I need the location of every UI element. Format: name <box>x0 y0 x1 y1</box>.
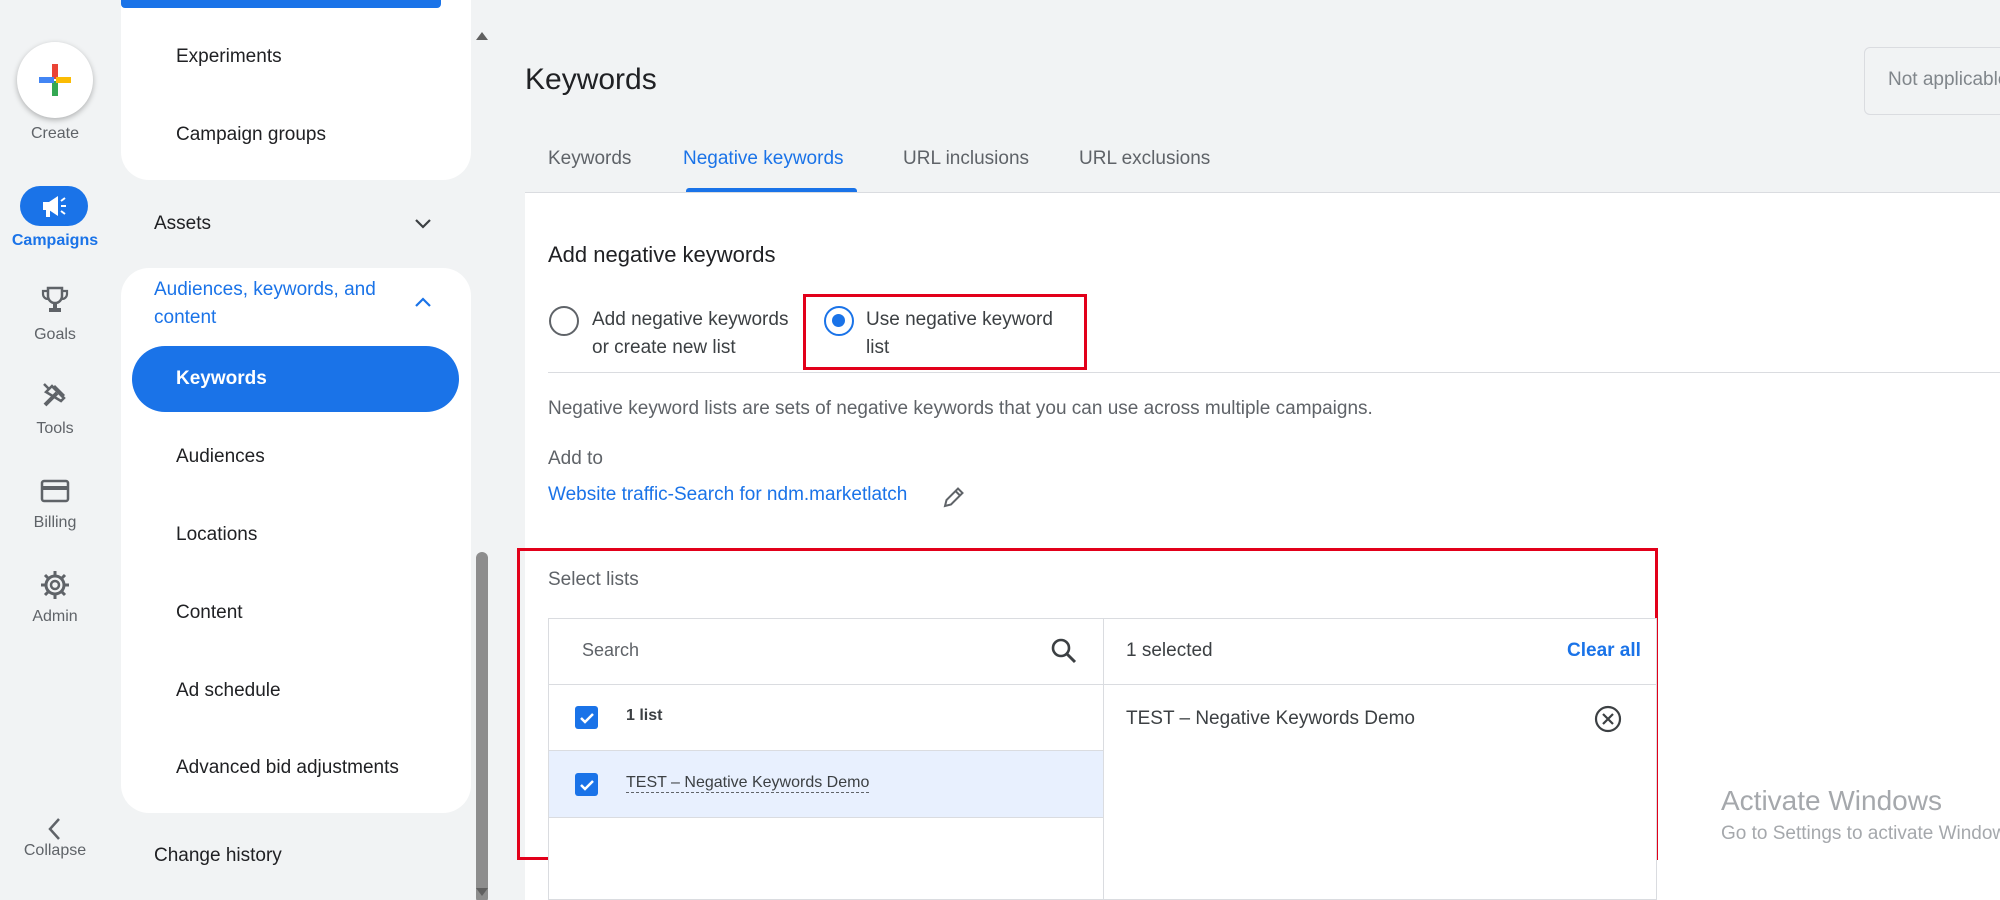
collapse-label: Collapse <box>23 842 87 859</box>
nav-item-keywords[interactable]: Keywords <box>132 346 459 412</box>
selected-list-item: TEST – Negative Keywords Demo <box>1126 708 1415 729</box>
nav-item-campaign-groups[interactable]: Campaign groups <box>176 124 326 146</box>
windows-watermark-title: Activate Windows <box>1721 785 1942 816</box>
tab-negative-keywords[interactable]: Negative keywords <box>683 148 844 170</box>
nav-group-card <box>121 0 471 180</box>
nav-item-change-history[interactable]: Change history <box>154 845 282 867</box>
select-lists-label: Select lists <box>548 569 639 590</box>
select-all-checkbox[interactable] <box>575 706 598 729</box>
search-input[interactable]: Search <box>582 640 639 661</box>
rail-label-admin: Admin <box>32 608 78 625</box>
scroll-down-arrow-icon[interactable] <box>476 888 488 896</box>
rail-label-goals: Goals <box>34 326 76 343</box>
radio-label-add-negative-keywords[interactable]: Add negative keywords or create new list <box>592 306 788 362</box>
pencil-icon[interactable] <box>940 483 968 511</box>
nav-section-assets[interactable]: Assets <box>154 213 211 235</box>
campaign-link[interactable]: Website traffic-Search for ndm.marketlat… <box>548 484 907 506</box>
nav-item-audiences[interactable]: Audiences <box>176 446 265 468</box>
page-title: Keywords <box>525 63 657 96</box>
rail-item-goals[interactable]: Goals <box>0 283 110 363</box>
checkmark-icon <box>579 779 594 791</box>
nav-section-audiences-label-line1: Audiences, keywords, and <box>154 279 376 300</box>
radio-label-line2: or create new list <box>592 337 736 358</box>
create-label: Create <box>30 125 80 142</box>
list-item-label[interactable]: TEST – Negative Keywords Demo <box>626 774 870 793</box>
gear-icon <box>35 568 75 602</box>
description-text: Negative keyword lists are sets of negat… <box>548 398 1373 419</box>
list-picker-divider <box>1103 618 1104 900</box>
form-divider <box>548 372 2000 373</box>
chevron-down-icon[interactable] <box>411 212 435 236</box>
tab-url-exclusions[interactable]: URL exclusions <box>1079 148 1210 170</box>
tab-keywords[interactable]: Keywords <box>548 148 631 170</box>
rail-label-campaigns: Campaigns <box>11 232 99 249</box>
rail-item-admin[interactable]: Admin <box>0 568 110 648</box>
section-title: Add negative keywords <box>548 242 776 267</box>
rail-label-billing: Billing <box>33 514 77 531</box>
nav-item-ad-schedule[interactable]: Ad schedule <box>176 680 281 702</box>
search-divider <box>549 684 1103 685</box>
rail-item-tools[interactable]: Tools <box>0 378 110 458</box>
rail-item-campaigns[interactable]: Campaigns <box>0 186 110 266</box>
chevron-up-icon[interactable] <box>411 290 435 314</box>
list-item-checkbox[interactable] <box>575 773 598 796</box>
radio-label-use-negative-keyword-list[interactable]: Use negative keyword list <box>866 306 1053 362</box>
collapse-button[interactable]: Collapse <box>0 812 110 892</box>
nav-section-audiences-label-line2: content <box>154 307 217 328</box>
nav-section-audiences-keywords-content[interactable]: Audiences, keywords, and content <box>154 276 376 332</box>
selected-header-divider <box>1104 684 1657 685</box>
chevron-left-icon <box>35 812 75 846</box>
nav-item-locations[interactable]: Locations <box>176 524 257 546</box>
nav-scrollbar[interactable] <box>472 28 492 900</box>
status-dropdown[interactable]: Not applicable <box>1864 47 2000 115</box>
plus-icon <box>39 64 71 96</box>
radio-add-negative-keywords[interactable] <box>549 306 579 336</box>
rail-item-billing[interactable]: Billing <box>0 474 110 554</box>
rail-label-tools: Tools <box>36 420 74 437</box>
megaphone-icon <box>20 186 88 226</box>
radio-use-negative-keyword-list[interactable] <box>824 306 854 336</box>
nav-item-content[interactable]: Content <box>176 602 243 624</box>
list-count-label: 1 list <box>626 707 663 724</box>
nav-active-indicator <box>121 0 441 8</box>
row-divider <box>549 817 1103 818</box>
clear-all-button[interactable]: Clear all <box>1567 640 1641 662</box>
radio-label-line2: list <box>866 337 890 358</box>
tab-url-inclusions[interactable]: URL inclusions <box>903 148 1029 170</box>
selected-count: 1 selected <box>1126 640 1213 661</box>
scrollbar-thumb[interactable] <box>476 552 488 900</box>
trophy-icon <box>35 283 75 317</box>
radio-label-line1: Use negative keyword <box>866 309 1053 330</box>
search-icon[interactable] <box>1049 636 1079 666</box>
remove-circle-icon[interactable] <box>1593 704 1623 734</box>
create-button[interactable] <box>17 42 93 118</box>
checkmark-icon <box>579 712 594 724</box>
navigation-rail: Create Campaigns Goals Tools Billing Adm… <box>0 0 110 900</box>
add-to-label: Add to <box>548 448 603 469</box>
windows-watermark-subtitle: Go to Settings to activate Windows. <box>1721 823 2000 844</box>
radio-label-line1: Add negative keywords <box>592 309 789 330</box>
nav-item-advanced-bid-adjustments[interactable]: Advanced bid adjustments <box>176 757 399 779</box>
nav-item-experiments[interactable]: Experiments <box>176 46 282 68</box>
credit-card-icon <box>35 474 75 508</box>
tools-icon <box>35 378 75 412</box>
scroll-up-arrow-icon[interactable] <box>476 32 488 40</box>
